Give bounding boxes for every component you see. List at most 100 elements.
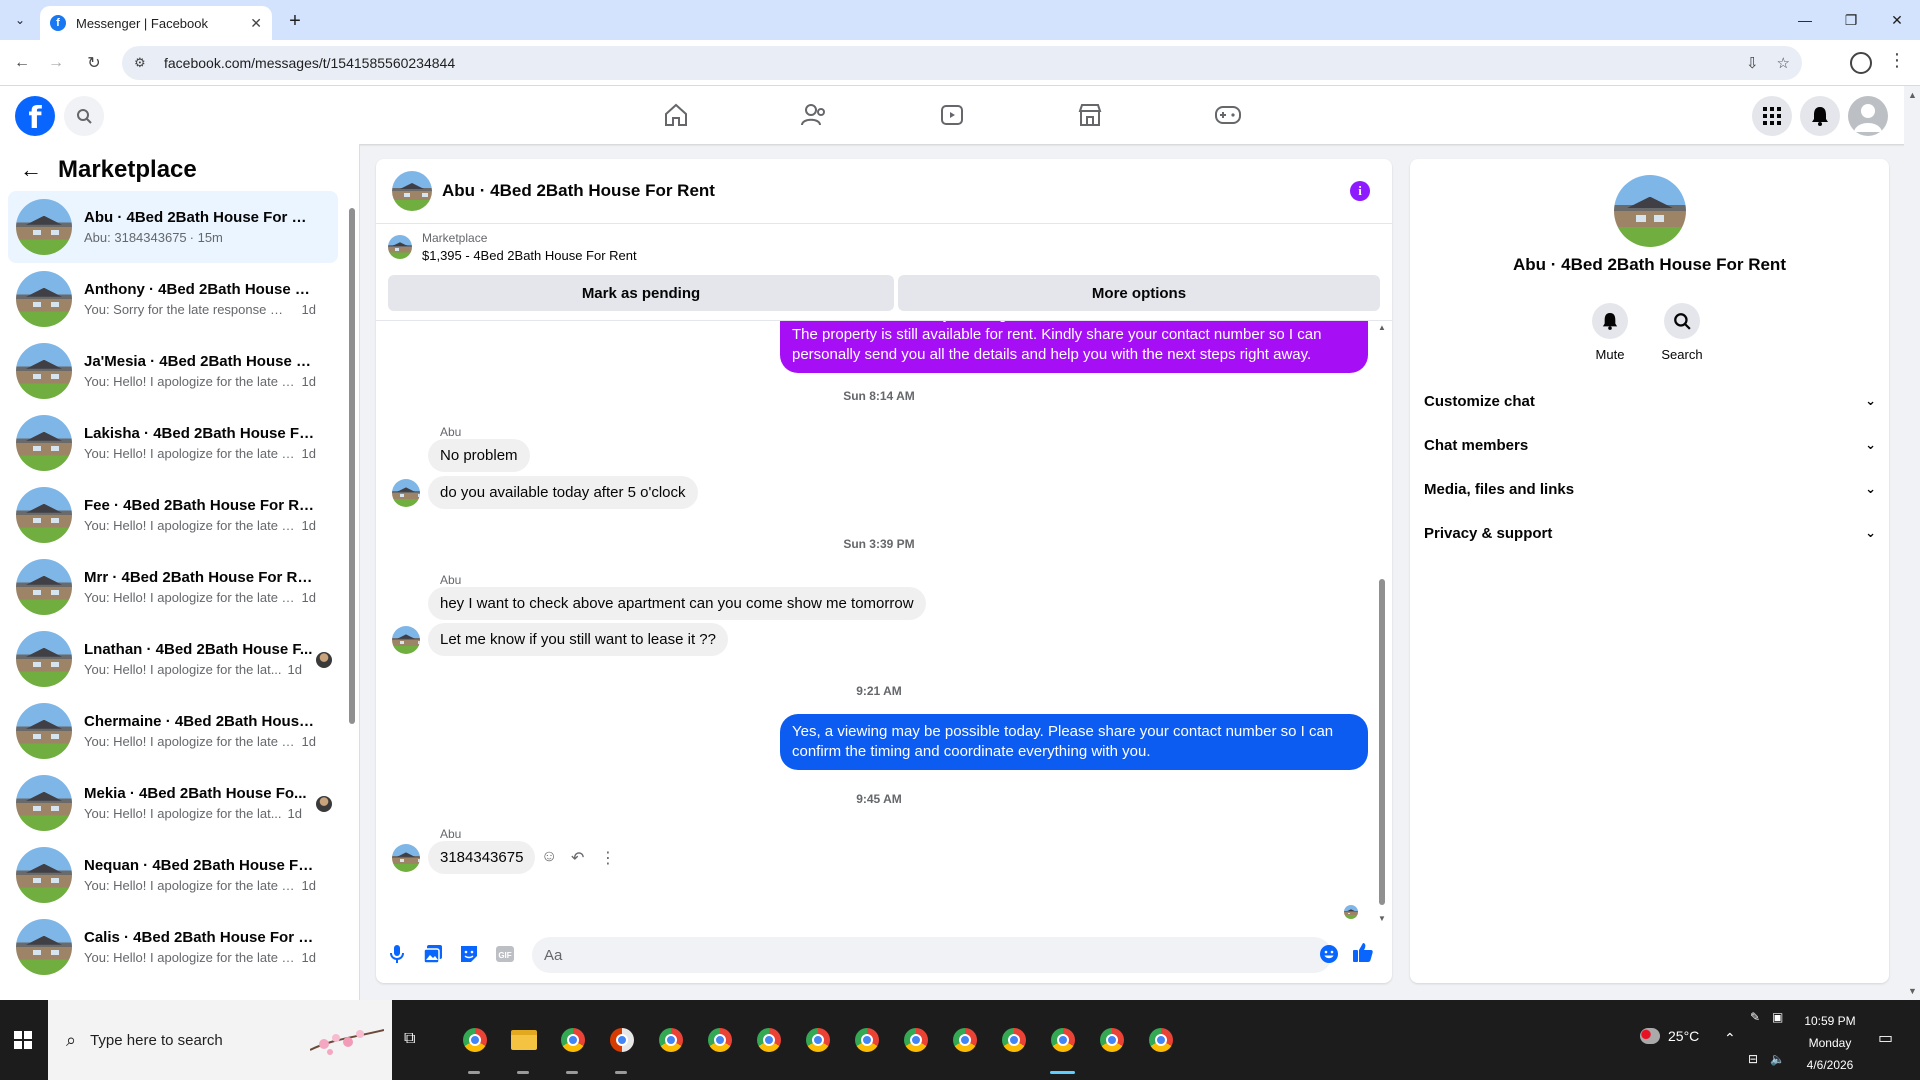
privacy-support-row[interactable]: Privacy & support ⌄ xyxy=(1424,511,1876,555)
install-app-icon[interactable]: ⇩ xyxy=(1746,54,1759,72)
conversation-item[interactable]: Mrr · 4Bed 2Bath House For Rent You: Hell… xyxy=(8,551,338,623)
details-avatar[interactable] xyxy=(1614,175,1686,247)
marketplace-icon[interactable] xyxy=(1074,100,1106,130)
chrome-profile-taskbar-icon[interactable] xyxy=(1136,1000,1185,1080)
media-files-links-row[interactable]: Media, files and links ⌄ xyxy=(1424,467,1876,511)
chat-scrollbar[interactable]: ▲ ▼ xyxy=(1376,323,1388,923)
home-icon[interactable] xyxy=(660,100,692,130)
close-tab-icon[interactable]: ✕ xyxy=(250,15,262,32)
chrome-profile-taskbar-icon[interactable] xyxy=(1087,1000,1136,1080)
chrome-profile-taskbar-icon[interactable] xyxy=(940,1000,989,1080)
conversation-item[interactable]: Calis · 4Bed 2Bath House For Rent You: He… xyxy=(8,911,338,983)
back-icon[interactable]: ← xyxy=(8,49,36,77)
incoming-message[interactable]: No problem xyxy=(428,439,530,472)
notification-center-icon[interactable]: ▭ xyxy=(1878,1028,1893,1048)
chrome-profile-taskbar-icon[interactable] xyxy=(744,1000,793,1080)
chrome-profile-taskbar-icon[interactable] xyxy=(891,1000,940,1080)
chrome-profile-taskbar-icon[interactable] xyxy=(548,1000,597,1080)
gif-icon[interactable]: GIF xyxy=(494,943,516,965)
video-icon[interactable] xyxy=(936,100,968,130)
friends-icon[interactable] xyxy=(798,100,830,130)
more-options-button[interactable]: More options xyxy=(898,275,1380,311)
new-tab-icon[interactable]: + xyxy=(282,8,308,34)
emoji-icon[interactable] xyxy=(1318,943,1340,965)
chrome-profile-taskbar-icon[interactable] xyxy=(842,1000,891,1080)
forward-icon[interactable]: → xyxy=(42,49,70,77)
message-input[interactable] xyxy=(532,937,1332,973)
windows-start-icon[interactable] xyxy=(0,1000,46,1080)
listing-banner[interactable]: Marketplace $1,395 - 4Bed 2Bath House Fo… xyxy=(388,231,637,263)
chrome-profile-taskbar-icon[interactable] xyxy=(793,1000,842,1080)
weather-widget[interactable]: 25°C xyxy=(1640,1028,1699,1044)
conversation-item[interactable]: Fee · 4Bed 2Bath House For Rent You: Hell… xyxy=(8,479,338,551)
chrome-profile-taskbar-icon[interactable] xyxy=(695,1000,744,1080)
bookmark-star-icon[interactable]: ☆ xyxy=(1777,54,1790,72)
like-thumbs-up-icon[interactable] xyxy=(1352,941,1374,963)
search-in-conversation-button[interactable]: Search xyxy=(1652,303,1712,362)
scroll-up-icon[interactable]: ▲ xyxy=(1908,90,1917,100)
conversation-item[interactable]: Abu · 4Bed 2Bath House For Rent Abu: 3184… xyxy=(8,191,338,263)
conversation-item[interactable]: Lnathan · 4Bed 2Bath House F... You: Hell… xyxy=(8,623,338,695)
mark-as-pending-button[interactable]: Mark as pending xyxy=(388,275,894,311)
outgoing-message[interactable]: recovered access to my messages. The pro… xyxy=(780,321,1368,373)
microphone-icon[interactable] xyxy=(386,943,408,965)
facebook-search-icon[interactable] xyxy=(64,96,104,136)
conversation-item[interactable]: Nequan · 4Bed 2Bath House For... You: Hel… xyxy=(8,839,338,911)
show-hidden-icons-icon[interactable]: ⌃ xyxy=(1724,1030,1736,1047)
conversation-item[interactable]: Anthony · 4Bed 2Bath House Fo... You: Sor… xyxy=(8,263,338,335)
info-icon[interactable]: i xyxy=(1350,181,1370,201)
tab-search-dropdown-icon[interactable]: ⌄ xyxy=(8,8,32,32)
sticker-icon[interactable] xyxy=(458,943,480,965)
browser-menu-icon[interactable]: ⋮ xyxy=(1888,50,1906,71)
restore-icon[interactable]: ❐ xyxy=(1828,0,1874,40)
menu-grid-icon[interactable] xyxy=(1752,96,1792,136)
reply-icon[interactable]: ↶ xyxy=(571,848,584,868)
incoming-message[interactable]: 3184343675 xyxy=(428,841,536,874)
mute-button[interactable]: Mute xyxy=(1580,303,1640,362)
taskbar-search-input[interactable] xyxy=(90,1031,291,1049)
file-explorer-icon[interactable] xyxy=(499,1000,548,1080)
back-arrow-icon[interactable]: ← xyxy=(20,157,42,183)
react-emoji-icon[interactable]: ☺ xyxy=(541,848,557,866)
facebook-logo-icon[interactable]: f xyxy=(15,96,55,136)
reload-icon[interactable]: ↻ xyxy=(80,49,108,77)
sender-avatar[interactable] xyxy=(392,479,420,507)
incoming-message[interactable]: hey I want to check above apartment can … xyxy=(428,587,926,620)
volume-icon[interactable]: 🔈 xyxy=(1770,1052,1785,1066)
network-icon[interactable]: ⊟ xyxy=(1748,1052,1758,1066)
chat-title[interactable]: Abu · 4Bed 2Bath House For Rent xyxy=(442,181,715,201)
conversation-item[interactable]: Chermaine · 4Bed 2Bath House ... You: Hel… xyxy=(8,695,338,767)
conversation-item[interactable]: Ja'Mesia · 4Bed 2Bath House Fo... You: He… xyxy=(8,335,338,407)
browser-profile-icon[interactable] xyxy=(1850,52,1872,74)
minimize-icon[interactable]: — xyxy=(1782,0,1828,40)
url-bar[interactable]: ⚙ facebook.com/messages/t/15415855602348… xyxy=(122,46,1802,80)
chrome-profile-taskbar-icon[interactable] xyxy=(989,1000,1038,1080)
outgoing-message[interactable]: Yes, a viewing may be possible today. Pl… xyxy=(780,714,1368,770)
sidebar-scrollbar[interactable] xyxy=(348,194,356,994)
meet-now-icon[interactable]: ▣ xyxy=(1772,1010,1783,1024)
sender-avatar[interactable] xyxy=(392,626,420,654)
customize-chat-row[interactable]: Customize chat ⌄ xyxy=(1424,379,1876,423)
conversation-item[interactable]: Mekia · 4Bed 2Bath House Fo... You: Hello… xyxy=(8,767,338,839)
scroll-down-icon[interactable]: ▼ xyxy=(1908,986,1917,996)
incoming-message[interactable]: Let me know if you still want to lease i… xyxy=(428,623,728,656)
gaming-icon[interactable] xyxy=(1212,100,1244,130)
close-window-icon[interactable]: ✕ xyxy=(1874,0,1920,40)
system-clock[interactable]: 10:59 PM Monday 4/6/2026 xyxy=(1796,1010,1864,1076)
task-view-icon[interactable]: ⧉ xyxy=(404,1030,415,1048)
chrome-profile-taskbar-icon[interactable] xyxy=(1038,1000,1087,1080)
sender-avatar[interactable] xyxy=(392,844,420,872)
browser-tab[interactable]: f Messenger | Facebook ✕ xyxy=(40,6,272,40)
chat-avatar[interactable] xyxy=(392,171,432,211)
app-taskbar-icon[interactable] xyxy=(597,1000,646,1080)
taskbar-search[interactable]: ⌕ xyxy=(48,1000,392,1080)
chrome-taskbar-icon[interactable] xyxy=(450,1000,499,1080)
chrome-profile-taskbar-icon[interactable] xyxy=(646,1000,695,1080)
site-info-icon[interactable]: ⚙ xyxy=(134,55,150,71)
incoming-message[interactable]: do you available today after 5 o'clock xyxy=(428,476,698,509)
conversation-item[interactable]: Lakisha · 4Bed 2Bath House For ... You: H… xyxy=(8,407,338,479)
photo-icon[interactable] xyxy=(422,943,444,965)
pen-icon[interactable]: ✎ xyxy=(1750,1010,1760,1024)
chat-members-row[interactable]: Chat members ⌄ xyxy=(1424,423,1876,467)
notifications-bell-icon[interactable] xyxy=(1800,96,1840,136)
